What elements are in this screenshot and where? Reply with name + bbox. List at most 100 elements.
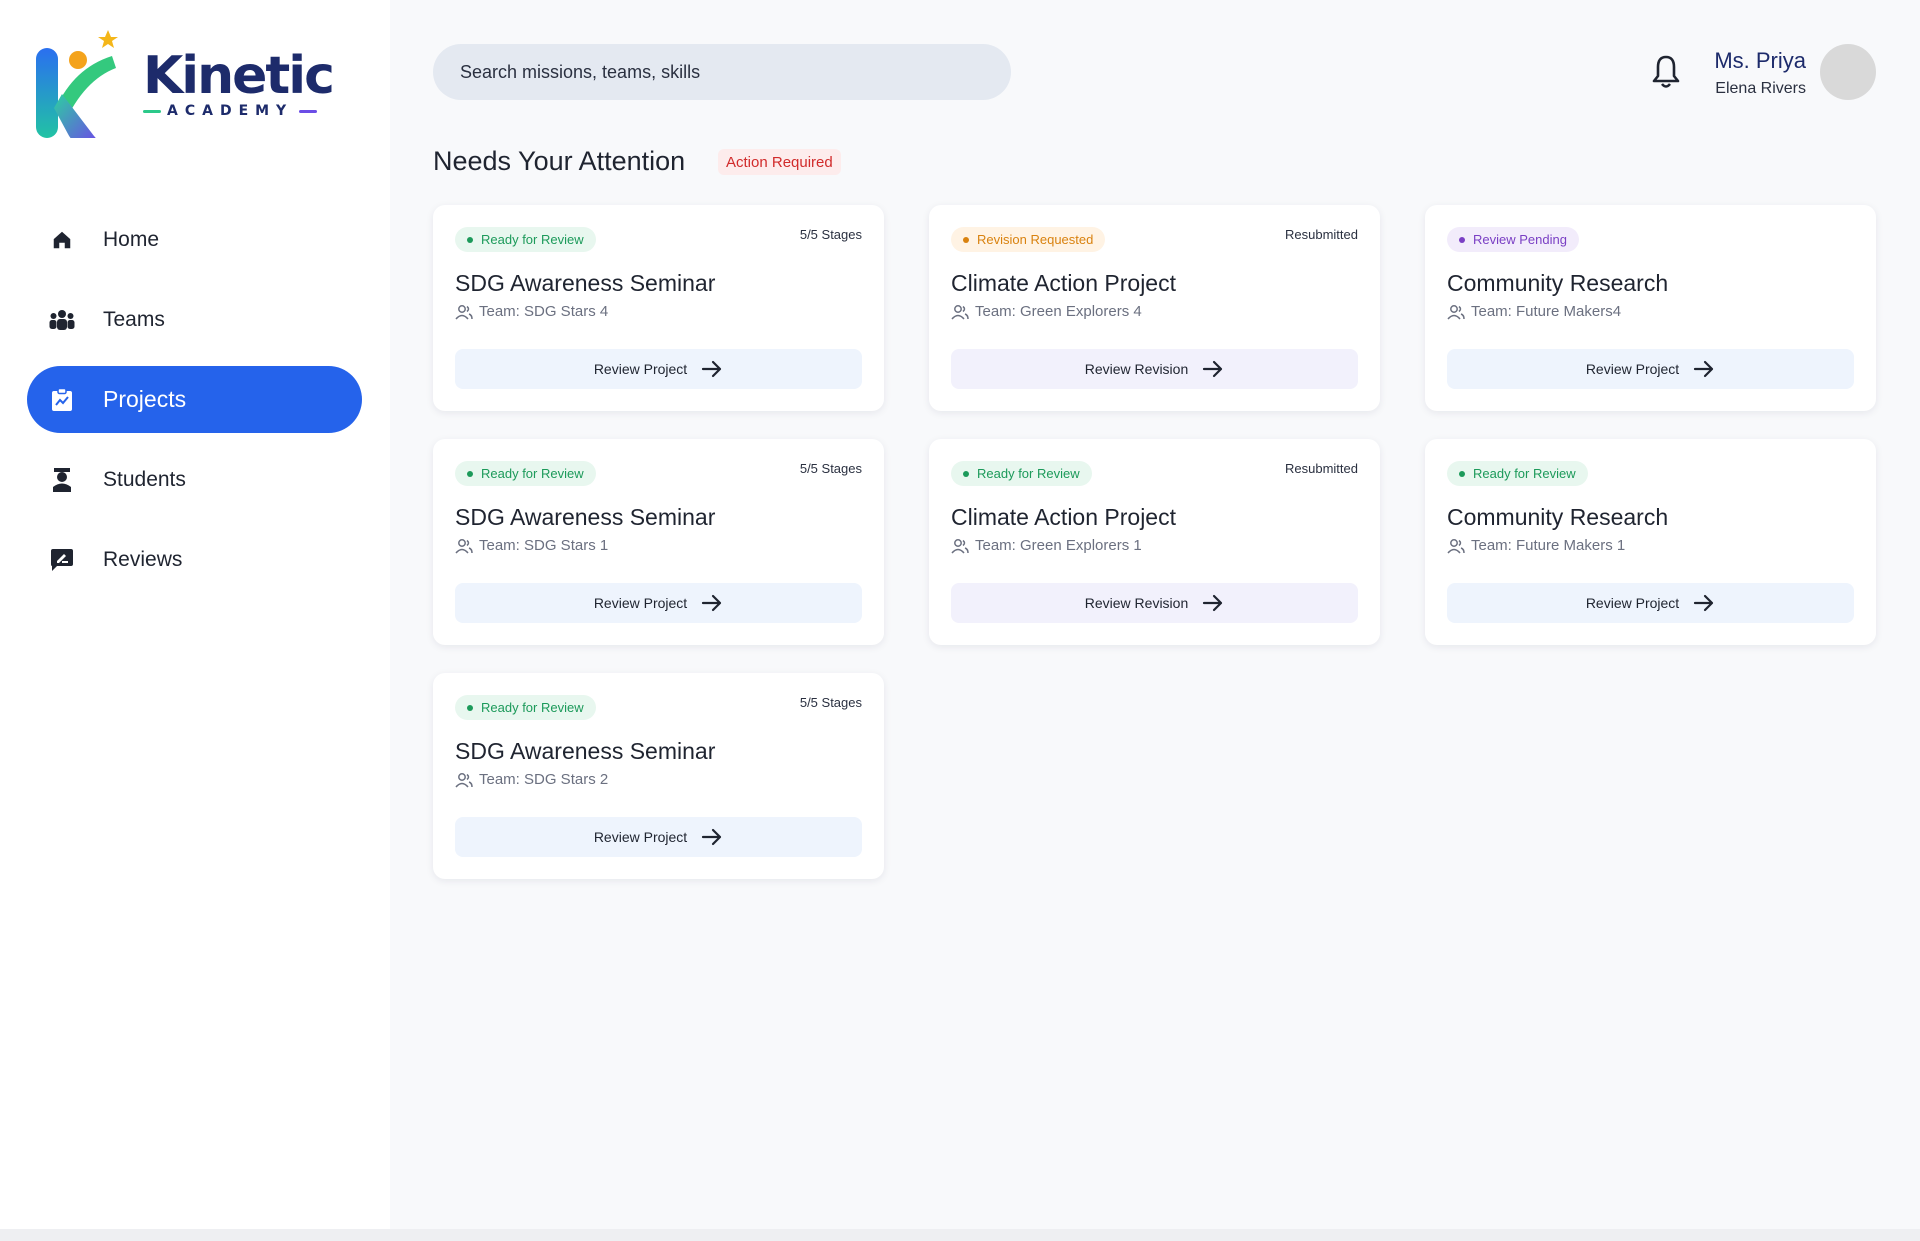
button-label: Review Project [593,361,688,377]
review-revision-button[interactable]: Review Revision [951,349,1358,389]
sidebar-item-label: Students [103,467,186,491]
team-icon [455,304,473,320]
project-title: Climate Action Project [951,270,1176,296]
team-label: Team: SDG Stars 1 [479,537,609,554]
project-title: SDG Awareness Seminar [455,738,716,764]
status-badge: Review Pending [1447,227,1579,252]
button-label: Review Revision [1084,361,1189,377]
status-dot [1459,470,1465,477]
status-label: Ready for Review [977,466,1080,481]
user-name: Ms. Priya [1714,48,1806,73]
project-card: Ready for Review 5/5 Stages SDG Awarenes… [433,205,884,411]
status-label: Ready for Review [481,700,584,715]
reviews-icon [49,547,75,573]
team-line: Team: Future Makers 1 [1447,537,1625,554]
button-label: Review Project [593,829,688,845]
student-icon [49,467,75,493]
sidebar-item-label: Projects [103,386,187,412]
review-project-button[interactable]: Review Project [455,817,862,857]
status-dot [467,470,473,477]
projects-icon [49,387,75,413]
arrow-right-icon [1203,360,1223,378]
sidebar-item-projects[interactable]: Projects [27,366,362,433]
card-meta: 5/5 Stages [799,695,862,710]
status-dot [1459,236,1465,243]
team-label: Team: Green Explorers 1 [975,537,1142,554]
button-label: Review Project [593,595,688,611]
status-label: Review Pending [1473,232,1567,247]
project-title: Community Research [1447,270,1669,296]
card-meta: 5/5 Stages [799,227,862,242]
sidebar-item-label: Teams [103,307,165,331]
avatar[interactable] [1820,44,1876,100]
team-label: Team: SDG Stars 4 [479,303,609,320]
brand-name: Kinetic [143,46,335,106]
project-card: Ready for Review Community Research Team… [1425,439,1876,645]
project-card: Review Pending Community Research Team: … [1425,205,1876,411]
sidebar-item-home[interactable]: Home [27,206,362,273]
tagline-rule-left [143,109,161,113]
tagline-rule-right [299,109,318,113]
team-line: Team: SDG Stars 1 [455,537,608,554]
teams-icon [49,307,75,333]
project-title: Climate Action Project [951,504,1176,530]
project-card: Ready for Review 5/5 Stages SDG Awarenes… [433,673,884,879]
team-icon [951,538,969,554]
sidebar-nav: Home Teams Projects Students Reviews [27,206,362,606]
attention-card-grid: Ready for Review 5/5 Stages SDG Awarenes… [433,205,1876,879]
team-label: Team: SDG Stars 2 [479,771,609,788]
status-label: Ready for Review [481,466,584,481]
button-label: Review Project [1585,595,1680,611]
action-required-badge: Action Required [718,149,841,175]
status-badge: Ready for Review [455,695,596,720]
team-line: Team: Future Makers4 [1447,303,1621,320]
review-project-button[interactable]: Review Project [455,583,862,623]
review-project-button[interactable]: Review Project [1447,349,1854,389]
brand-tagline-text: ACADEMY [167,103,294,119]
project-card: Ready for Review Resubmitted Climate Act… [929,439,1380,645]
team-icon [951,304,969,320]
review-project-button[interactable]: Review Project [455,349,862,389]
project-title: Community Research [1447,504,1669,530]
user-subtitle: Elena Rivers [1715,80,1806,97]
sidebar: Kinetic ACADEMY Home Teams Projects Stud… [0,0,390,1229]
arrow-right-icon [1203,594,1223,612]
brand-tagline: ACADEMY [143,103,318,119]
notification-bell-icon[interactable] [1650,54,1682,90]
arrow-right-icon [702,360,722,378]
home-icon [49,227,75,253]
status-dot [963,470,969,477]
button-label: Review Project [1585,361,1680,377]
sidebar-item-teams[interactable]: Teams [27,286,362,353]
project-title: SDG Awareness Seminar [455,270,716,296]
team-icon [1447,538,1465,554]
sidebar-item-label: Home [103,227,160,251]
horizontal-scrollbar[interactable] [0,1229,1920,1241]
card-meta: Resubmitted [1285,227,1358,242]
review-revision-button[interactable]: Review Revision [951,583,1358,623]
section-title: Needs Your Attention [433,146,686,176]
team-line: Team: Green Explorers 1 [951,537,1142,554]
sidebar-item-reviews[interactable]: Reviews [27,526,362,593]
arrow-right-icon [1694,594,1714,612]
sidebar-item-label: Reviews [103,547,183,571]
arrow-right-icon [1694,360,1714,378]
card-meta: Resubmitted [1285,461,1358,476]
project-card: Ready for Review 5/5 Stages SDG Awarenes… [433,439,884,645]
logo-mark-icon [36,30,118,138]
status-label: Ready for Review [1473,466,1576,481]
review-project-button[interactable]: Review Project [1447,583,1854,623]
status-dot [467,704,473,711]
brand-logo[interactable]: Kinetic ACADEMY [34,28,335,148]
project-card: Revision Requested Resubmitted Climate A… [929,205,1380,411]
team-label: Team: Future Makers 1 [1471,537,1626,554]
team-line: Team: SDG Stars 4 [455,303,608,320]
search-input[interactable] [433,44,1011,100]
team-icon [1447,304,1465,320]
status-label: Ready for Review [481,232,584,247]
team-icon [455,772,473,788]
team-label: Team: Green Explorers 4 [975,303,1142,320]
status-dot [467,236,473,243]
sidebar-item-students[interactable]: Students [27,446,362,513]
team-line: Team: Green Explorers 4 [951,303,1142,320]
